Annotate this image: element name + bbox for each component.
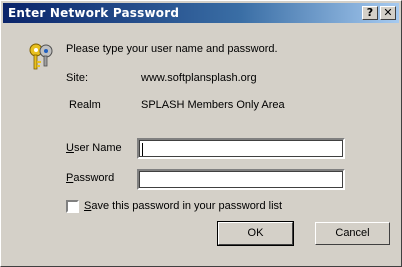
help-button[interactable]: ?: [362, 6, 378, 20]
site-value: www.softplansplash.org: [141, 72, 257, 84]
network-password-dialog: Enter Network Password ? ✕ Please type y…: [0, 0, 402, 267]
password-label: Password: [66, 172, 115, 184]
title-bar[interactable]: Enter Network Password ? ✕: [3, 3, 399, 23]
site-label: Site:: [66, 72, 89, 84]
text-caret: [142, 143, 143, 156]
username-input[interactable]: [137, 138, 345, 159]
cancel-button[interactable]: Cancel: [315, 222, 390, 245]
username-label: User Name: [66, 142, 122, 154]
save-password-label[interactable]: Save this password in your password list: [84, 200, 282, 212]
close-button[interactable]: ✕: [380, 6, 396, 20]
save-password-checkbox[interactable]: [66, 200, 79, 213]
password-input[interactable]: [137, 169, 345, 190]
prompt-text: Please type your user name and password.: [66, 43, 278, 55]
keys-icon: [29, 43, 53, 70]
window-title: Enter Network Password: [8, 6, 180, 20]
realm-value: SPLASH Members Only Area: [141, 99, 285, 111]
ok-button[interactable]: OK: [217, 221, 294, 246]
realm-label: Realm: [69, 99, 101, 111]
